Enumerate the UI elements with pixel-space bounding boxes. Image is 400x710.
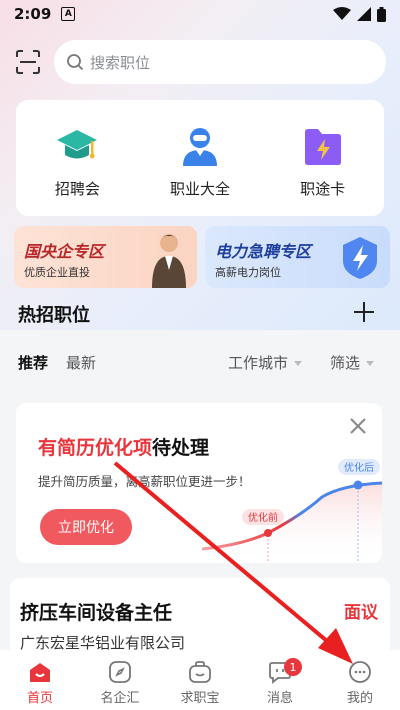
tab-label: 名企汇 — [100, 691, 140, 706]
job-filter-row: 推荐 最新 工作城市 筛选 — [0, 350, 400, 374]
job-salary: 面议 — [344, 603, 378, 623]
person-icon — [183, 128, 217, 166]
graduation-cap-icon — [57, 130, 98, 159]
status-bar: 2:09 A — [0, 0, 400, 28]
quick-entry-job-fair[interactable]: 招聘会 — [16, 100, 139, 216]
resume-title-highlight: 有简历优化项 — [38, 437, 153, 459]
tab-famous-companies[interactable]: 名企汇 — [80, 650, 160, 710]
quick-entry-careers[interactable]: 职业大全 — [139, 100, 262, 216]
quick-entry-career-card[interactable]: 职途卡 — [261, 100, 384, 216]
job-title: 挤压车间设备主任 — [20, 602, 173, 624]
search-icon — [67, 54, 84, 71]
filter-label: 筛选 — [330, 354, 361, 372]
quick-entry-label: 招聘会 — [54, 180, 100, 198]
scan-icon[interactable] — [14, 48, 42, 76]
bottom-tab-bar: 首页 名企汇 求职宝 1 消息 我的 — [0, 650, 400, 710]
tab-messages[interactable]: 1 消息 — [240, 650, 320, 710]
chevron-down-icon — [294, 361, 303, 366]
profile-icon — [349, 661, 371, 683]
tab-recommend[interactable]: 推荐 — [18, 352, 48, 373]
filter-dropdown[interactable]: 筛选 — [330, 352, 375, 373]
signal-icon — [357, 7, 371, 21]
resume-title-rest: 待处理 — [152, 437, 210, 459]
quick-entry-card: 招聘会 职业大全 职途卡 — [16, 100, 384, 216]
lightning-badge-icon — [343, 237, 377, 279]
search-input[interactable]: 搜索职位 — [54, 40, 386, 84]
unread-badge: 1 — [284, 658, 302, 676]
city-filter-label: 工作城市 — [228, 354, 289, 372]
resume-optimize-card: 有简历优化项待处理 提升简历质量，离高薪职位更进一步！ 立即优化 优化前 优化后 — [16, 403, 382, 563]
quick-entry-label: 职业大全 — [170, 180, 231, 198]
city-filter[interactable]: 工作城市 — [228, 352, 303, 373]
promo-subtitle: 高薪电力岗位 — [215, 266, 281, 279]
home-icon — [30, 663, 50, 682]
tab-profile[interactable]: 我的 — [320, 650, 400, 710]
search-placeholder: 搜索职位 — [90, 53, 151, 72]
hot-jobs-title: 热招职位 — [18, 305, 90, 326]
tab-label: 首页 — [26, 691, 53, 706]
job-list-item[interactable]: 挤压车间设备主任 面议 广东宏星华铝业有限公司 — [10, 578, 390, 658]
tab-job-search[interactable]: 求职宝 — [160, 650, 240, 710]
search-row: 搜索职位 — [0, 38, 400, 86]
tab-home[interactable]: 首页 — [0, 650, 80, 710]
businessman-illustration — [152, 234, 186, 288]
tab-label: 求职宝 — [180, 691, 220, 706]
tab-label: 我的 — [346, 691, 373, 706]
add-icon[interactable] — [352, 300, 376, 324]
tab-newest[interactable]: 最新 — [66, 352, 96, 373]
before-label: 优化前 — [248, 511, 278, 524]
optimization-curve-graphic: 优化前 优化后 — [202, 459, 382, 563]
optimize-now-button[interactable]: 立即优化 — [40, 509, 132, 545]
status-time: 2:09 — [14, 5, 52, 23]
promo-title: 国央企专区 — [24, 242, 105, 261]
promo-title: 电力急聘专区 — [215, 242, 312, 261]
notification-a-icon: A — [61, 7, 76, 21]
promo-state-enterprise[interactable]: 国央企专区 优质企业直投 — [14, 226, 197, 288]
compass-icon — [109, 661, 131, 683]
battery-icon — [377, 6, 386, 22]
after-label: 优化后 — [344, 461, 374, 474]
tab-label: 消息 — [266, 691, 293, 706]
chevron-down-icon — [366, 361, 375, 366]
bag-icon — [189, 661, 211, 683]
promo-power-hiring[interactable]: 电力急聘专区 高薪电力岗位 — [205, 226, 390, 288]
wifi-icon — [333, 7, 351, 20]
quick-entry-label: 职途卡 — [300, 180, 346, 198]
promo-subtitle: 优质企业直投 — [24, 266, 90, 279]
close-icon[interactable] — [349, 417, 367, 435]
lightning-folder-icon — [304, 129, 341, 165]
resume-card-title: 有简历优化项待处理 — [38, 433, 209, 460]
